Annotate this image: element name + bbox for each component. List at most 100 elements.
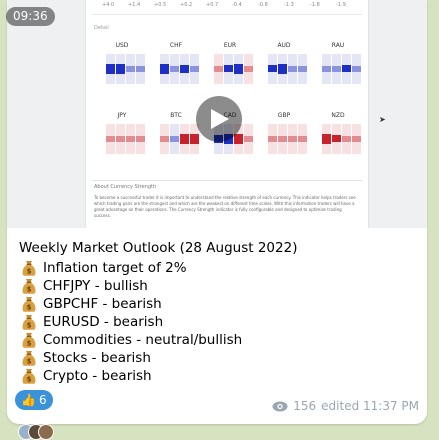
- money-bag-icon: $: [22, 351, 36, 366]
- currency-label: BTC: [170, 112, 182, 119]
- reaction-button[interactable]: 👍 6: [15, 390, 53, 410]
- strength-bar: [322, 124, 331, 154]
- strength-fill: [244, 136, 253, 142]
- strength-fill: [224, 65, 233, 72]
- strength-bar: [288, 54, 297, 84]
- outlook-text: Crypto - bearish: [43, 368, 152, 384]
- message-meta: 156 edited 11:37 PM: [272, 399, 419, 413]
- strength-fill: [116, 136, 125, 142]
- scale-tick: +0.2: [180, 2, 193, 8]
- about-title: About Currency Strength: [94, 184, 157, 190]
- outlook-text: Inflation target of 2%: [43, 260, 187, 276]
- strength-bar: [268, 54, 277, 84]
- outlook-line: $ Stocks - bearish: [20, 349, 151, 367]
- about-section: About Currency Strength To become a succ…: [92, 180, 362, 228]
- strength-bar: [278, 124, 287, 154]
- play-icon: [211, 109, 229, 129]
- strength-bar: [190, 54, 199, 84]
- currency-label: RAU: [331, 42, 345, 49]
- svg-text:$: $: [27, 268, 32, 276]
- outlook-line: $ Commodities - neutral/bullish: [20, 331, 242, 349]
- avatar[interactable]: [38, 424, 54, 440]
- svg-text:$: $: [27, 376, 32, 384]
- strength-bar: [126, 54, 135, 84]
- strength-fill: [116, 64, 125, 74]
- scale-tick: -0.4: [232, 2, 242, 8]
- divider: [92, 14, 362, 15]
- strength-bar: [224, 54, 233, 84]
- video-preview[interactable]: +4.0 +1.4 +0.5 +0.2 +0.7 -0.4 -0.8 -1.3 -1.8 -1.9…: [7, 0, 427, 228]
- currency-label: JPY: [117, 112, 127, 119]
- strength-fill: [342, 65, 351, 72]
- strength-fill: [332, 135, 341, 142]
- svg-text:$: $: [27, 304, 32, 312]
- outlook-text: CHFJPY - bullish: [43, 278, 148, 294]
- strength-fill: [160, 136, 169, 142]
- strength-bar: [106, 54, 115, 84]
- strength-fill: [180, 134, 189, 144]
- strength-bar: [342, 54, 351, 84]
- strength-bar: [180, 54, 189, 84]
- mouse-cursor-icon: ➤: [379, 115, 386, 124]
- strength-fill: [136, 136, 145, 142]
- strength-bar: [342, 124, 351, 154]
- strength-bar: [180, 124, 189, 154]
- strength-fill: [234, 64, 243, 74]
- strength-fill: [106, 136, 115, 142]
- strength-fill: [170, 66, 179, 72]
- currency-label: AUD: [277, 42, 291, 49]
- strength-bar: [332, 54, 341, 84]
- scale-tick: +0.5: [154, 2, 167, 8]
- strength-fill: [322, 134, 331, 144]
- strength-bar: [298, 124, 307, 154]
- scale-tick: +4.0: [102, 2, 115, 8]
- strength-fill: [288, 66, 297, 72]
- scale-tick: -0.8: [258, 2, 268, 8]
- currency-label: GBP: [277, 112, 291, 119]
- outlook-line: $ GBPCHF - bearish: [20, 295, 162, 313]
- money-bag-icon: $: [22, 315, 36, 330]
- strength-fill: [214, 66, 223, 72]
- strength-fill: [342, 136, 351, 142]
- strength-fill: [190, 66, 199, 72]
- outlook-line: $ Inflation target of 2%: [20, 259, 187, 277]
- thumbs-up-icon: 👍: [21, 393, 36, 407]
- strength-fill: [298, 136, 307, 142]
- strength-fill: [278, 136, 287, 142]
- currency-label: EUR: [223, 42, 237, 49]
- scale-row: +4.0 +1.4 +0.5 +0.2 +0.7 -0.4 -0.8 -1.3 -1.8 -1.9: [86, 2, 368, 12]
- money-bag-icon: $: [22, 333, 36, 348]
- about-text: To become a successful trader it is impo…: [94, 195, 356, 218]
- outlook-text: Commodities - neutral/bullish: [43, 332, 243, 348]
- strength-fill: [126, 66, 135, 72]
- strength-bar: [234, 54, 243, 84]
- view-count: 156: [293, 399, 317, 413]
- scale-tick: -1.9: [336, 2, 346, 8]
- strength-bar: [214, 54, 223, 84]
- money-bag-icon: $: [22, 279, 36, 294]
- strength-fill: [234, 134, 243, 144]
- scale-tick: -1.8: [310, 2, 320, 8]
- strength-fill: [190, 134, 199, 144]
- strength-bar: [288, 124, 297, 154]
- svg-text:$: $: [27, 358, 32, 366]
- reaction-count: 6: [38, 393, 47, 407]
- play-button[interactable]: [196, 96, 242, 142]
- strength-fill: [322, 66, 331, 72]
- strength-fill: [180, 65, 189, 73]
- strength-bar: [332, 124, 341, 154]
- message-bubble[interactable]: +4.0 +1.4 +0.5 +0.2 +0.7 -0.4 -0.8 -1.3 -1.8 -1.9…: [7, 0, 427, 424]
- outlook-text: EURUSD - bearish: [43, 314, 164, 330]
- outlook-text: Stocks - bearish: [43, 350, 151, 366]
- scale-tick: -1.3: [284, 2, 294, 8]
- strength-fill: [352, 66, 361, 72]
- strength-fill: [126, 136, 135, 142]
- strength-bar: [244, 54, 253, 84]
- strength-fill: [244, 66, 253, 72]
- strength-bar: [298, 54, 307, 84]
- outlook-text: GBPCHF - bearish: [43, 296, 162, 312]
- strength-fill: [160, 64, 169, 74]
- strength-bar: [116, 54, 125, 84]
- strength-fill: [332, 66, 341, 72]
- strength-fill: [268, 136, 277, 142]
